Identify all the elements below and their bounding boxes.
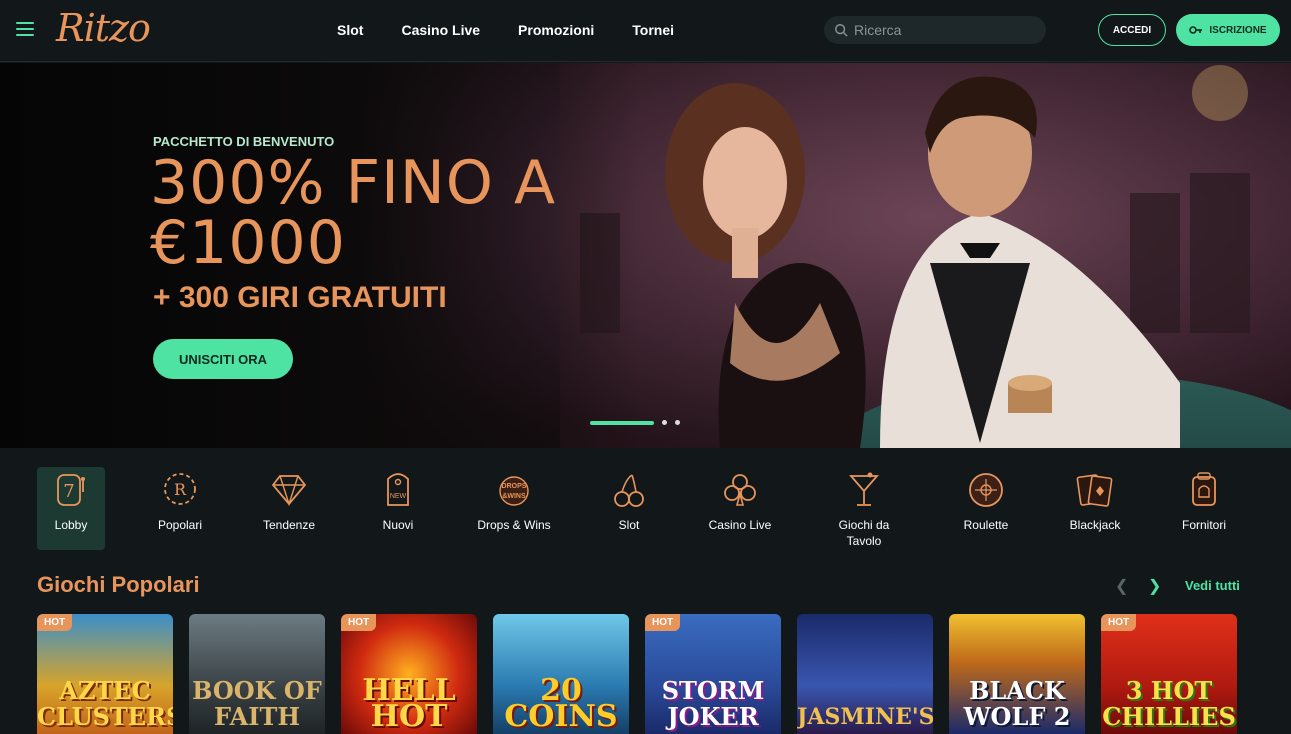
category-label: Fornitori bbox=[1181, 518, 1226, 532]
menu-icon[interactable] bbox=[16, 22, 34, 38]
game-card[interactable]: 20 COINS bbox=[493, 614, 629, 734]
category-drops-wins[interactable]: DROPS &WINS Drops & Wins bbox=[477, 467, 551, 533]
category-bar: 7 Lobby R Popolari Tendenze NEW Nuovi DR… bbox=[37, 467, 1257, 557]
cards-icon bbox=[1076, 474, 1113, 507]
join-now-button[interactable]: UNISCITI ORA bbox=[153, 339, 293, 379]
game-card[interactable]: HOT HELL HOT bbox=[341, 614, 477, 734]
game-title: 3 HOT CHILLIES bbox=[1102, 676, 1236, 731]
nav-promozioni[interactable]: Promozioni bbox=[518, 22, 594, 38]
see-all-link[interactable]: Vedi tutti bbox=[1185, 578, 1240, 593]
category-giochi-da-tavolo[interactable]: Giochi da Tavolo bbox=[827, 467, 901, 549]
main-nav: Slot Casino Live Promozioni Tornei bbox=[337, 22, 712, 38]
category-label: Popolari bbox=[157, 518, 203, 532]
game-card[interactable]: JASMINE'S bbox=[797, 614, 933, 734]
game-card[interactable]: HOT STORM JOKER bbox=[645, 614, 781, 734]
category-label: Roulette bbox=[963, 518, 1009, 532]
provider-icon bbox=[1192, 472, 1216, 506]
category-label: Drops & Wins bbox=[477, 518, 551, 532]
signup-button[interactable]: ISCRIZIONE bbox=[1176, 14, 1280, 46]
category-label: Nuovi bbox=[382, 518, 414, 532]
category-label: Lobby bbox=[54, 518, 88, 532]
hero-illustration bbox=[560, 63, 1291, 448]
hero-title: 300% FINO A €1000 bbox=[150, 148, 557, 278]
category-label: Slot bbox=[618, 518, 640, 532]
next-arrow-icon[interactable]: ❯ bbox=[1148, 576, 1161, 596]
search-input[interactable] bbox=[854, 22, 1034, 38]
club-icon bbox=[724, 474, 756, 506]
svg-text:R: R bbox=[174, 480, 187, 499]
roulette-icon bbox=[969, 473, 1003, 507]
hero-eyebrow: PACCHETTO DI BENVENUTO bbox=[153, 134, 335, 149]
drops-wins-icon: DROPS&WINS bbox=[499, 476, 529, 506]
carousel-dot[interactable] bbox=[662, 420, 667, 425]
svg-text:NEW: NEW bbox=[390, 493, 407, 500]
carousel-dots bbox=[590, 420, 680, 425]
svg-text:&WINS: &WINS bbox=[502, 493, 526, 500]
category-label: Tendenze bbox=[262, 518, 316, 532]
cherries-icon bbox=[614, 474, 644, 507]
game-title: HELL HOT bbox=[362, 673, 456, 734]
category-label: Casino Live bbox=[708, 518, 772, 532]
hero-banner[interactable]: PACCHETTO DI BENVENUTO 300% FINO A €1000… bbox=[0, 63, 1291, 448]
category-tendenze[interactable]: Tendenze bbox=[255, 467, 323, 533]
category-slot[interactable]: Slot bbox=[595, 467, 663, 533]
game-title: BLACK WOLF 2 bbox=[963, 676, 1071, 731]
slot-seven-icon: 7 bbox=[57, 474, 85, 506]
cocktail-icon bbox=[849, 472, 879, 506]
section-title: Giochi Popolari bbox=[37, 572, 200, 597]
logo[interactable]: Ritzo bbox=[56, 6, 151, 50]
game-title: 20 COINS bbox=[504, 673, 618, 734]
key-icon bbox=[1189, 26, 1203, 34]
prev-arrow-icon[interactable]: ❮ bbox=[1115, 576, 1128, 596]
svg-text:7: 7 bbox=[63, 481, 74, 502]
laurel-badge-icon: R bbox=[164, 473, 196, 505]
game-title: AZTEC CLUSTERS bbox=[37, 676, 173, 731]
category-lobby[interactable]: 7 Lobby bbox=[37, 467, 105, 550]
diamond-icon bbox=[271, 475, 307, 507]
game-title: STORM JOKER bbox=[661, 676, 765, 731]
nav-slot[interactable]: Slot bbox=[337, 22, 363, 38]
game-card[interactable]: HOT AZTEC CLUSTERS bbox=[37, 614, 173, 734]
signup-label: ISCRIZIONE bbox=[1209, 24, 1267, 36]
category-label: Blackjack bbox=[1069, 518, 1121, 532]
hot-badge: HOT bbox=[341, 614, 377, 631]
nav-tornei[interactable]: Tornei bbox=[632, 22, 674, 38]
game-card[interactable]: BLACK WOLF 2 bbox=[949, 614, 1085, 734]
hot-badge: HOT bbox=[645, 614, 681, 631]
hot-badge: HOT bbox=[1101, 614, 1137, 631]
login-button[interactable]: ACCEDI bbox=[1098, 14, 1166, 46]
category-fornitori[interactable]: Fornitori bbox=[1170, 467, 1238, 533]
category-roulette[interactable]: Roulette bbox=[952, 467, 1020, 533]
carousel-dot[interactable] bbox=[675, 420, 680, 425]
nav-casino-live[interactable]: Casino Live bbox=[401, 22, 480, 38]
category-blackjack[interactable]: Blackjack bbox=[1061, 467, 1129, 533]
svg-text:DROPS: DROPS bbox=[502, 483, 527, 490]
game-card[interactable]: HOT 3 HOT CHILLIES bbox=[1101, 614, 1237, 734]
search-icon bbox=[835, 24, 848, 37]
hero-subtitle: + 300 GIRI GRATUITI bbox=[153, 281, 447, 314]
hot-badge: HOT bbox=[37, 614, 73, 631]
category-nuovi[interactable]: NEW Nuovi bbox=[364, 467, 432, 533]
new-tag-icon: NEW bbox=[387, 473, 409, 506]
category-casino-live[interactable]: Casino Live bbox=[704, 467, 776, 533]
game-title: BOOK OF FAITH bbox=[192, 676, 322, 731]
carousel-dot-active[interactable] bbox=[590, 420, 654, 425]
search-bar[interactable] bbox=[824, 16, 1046, 44]
category-popolari[interactable]: R Popolari bbox=[146, 467, 214, 533]
game-title: JASMINE'S bbox=[797, 704, 933, 730]
top-header: Ritzo Slot Casino Live Promozioni Tornei… bbox=[0, 0, 1291, 62]
category-label: Giochi da Tavolo bbox=[838, 518, 890, 548]
game-card[interactable]: BOOK OF FAITH bbox=[189, 614, 325, 734]
